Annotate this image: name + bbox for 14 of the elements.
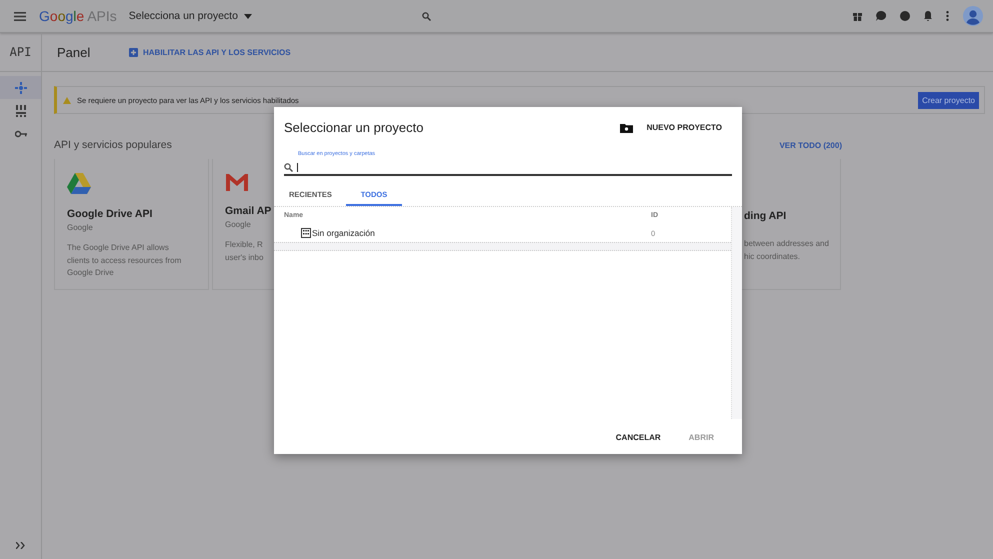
logo-text: Google bbox=[39, 8, 84, 24]
dialog-title: Seleccionar un proyecto bbox=[284, 120, 424, 135]
api-vendor: Google bbox=[67, 223, 93, 232]
api-description: Flexible, R user's inbo bbox=[225, 239, 264, 264]
page-title: Panel bbox=[57, 44, 92, 60]
api-name: ding API bbox=[744, 210, 786, 222]
api-description: between addresses and hic coordinates. bbox=[744, 238, 829, 262]
api-name: Google Drive API bbox=[67, 208, 152, 220]
section-title: API y servicios populares bbox=[54, 139, 172, 151]
api-vendor: Google bbox=[225, 220, 251, 229]
api-name: Gmail AP bbox=[225, 205, 272, 217]
sidebar-title: API bbox=[0, 33, 41, 72]
product-name: APIs bbox=[87, 8, 117, 24]
api-description: The Google Drive API allows clients to access resources from Google Drive bbox=[67, 242, 182, 279]
